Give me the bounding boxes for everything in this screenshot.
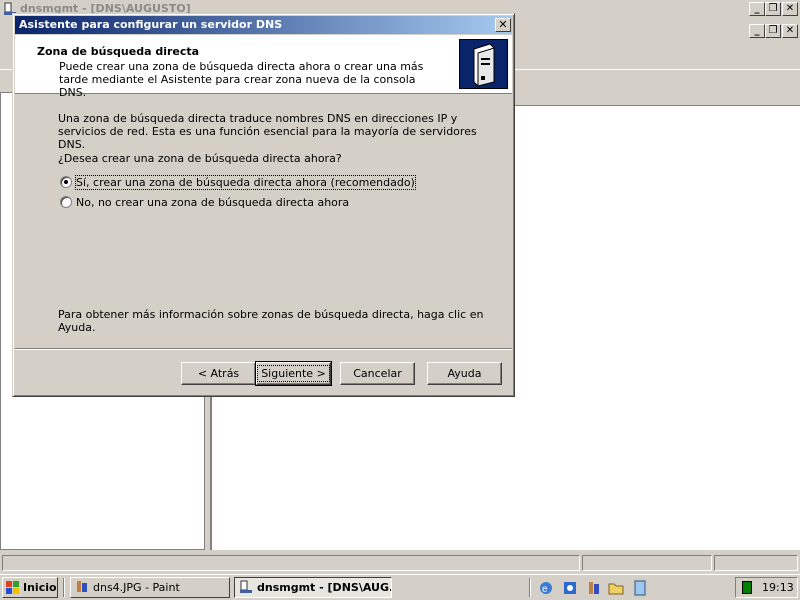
task-label: dns4.JPG - Paint (93, 581, 180, 594)
child-restore-button[interactable]: ❐ (765, 24, 781, 38)
ie-icon[interactable]: e (538, 580, 554, 596)
task-label: dnsmgmt - [DNS\AUG... (257, 581, 392, 594)
close-icon[interactable]: ✕ (495, 18, 511, 32)
task-button-dnsmgmt[interactable]: dnsmgmt - [DNS\AUG... (234, 577, 392, 598)
paint-icon[interactable] (586, 580, 602, 596)
child-minimize-button[interactable]: _ (749, 24, 765, 38)
windows-logo-icon (6, 581, 20, 594)
dialog-title: Asistente para configurar un servidor DN… (19, 18, 283, 31)
minimize-button[interactable]: _ (749, 2, 765, 16)
next-button[interactable]: Siguiente > (255, 361, 332, 386)
server-icon (459, 39, 508, 89)
close-button[interactable]: ✕ (782, 2, 798, 16)
folder-icon[interactable] (608, 580, 624, 596)
radio-button-checked[interactable] (60, 176, 72, 188)
radio-label[interactable]: No, no crear una zona de búsqueda direct… (76, 196, 349, 209)
dialog-titlebar[interactable]: Asistente para configurar un servidor DN… (15, 16, 512, 34)
status-cell (714, 555, 798, 571)
child-close-button[interactable]: ✕ (782, 24, 798, 38)
start-button[interactable]: Inicio (2, 577, 58, 598)
cancel-button-label: Cancelar (353, 367, 402, 380)
radio-label[interactable]: Sí, crear una zona de búsqueda directa a… (75, 175, 416, 190)
outlook-icon[interactable] (562, 580, 578, 596)
help-text: Para obtener más información sobre zonas… (58, 308, 484, 334)
radio-option-yes[interactable]: Sí, crear una zona de búsqueda directa a… (60, 175, 416, 191)
help-button-label: Ayuda (447, 367, 482, 380)
page-title: Zona de búsqueda directa (37, 45, 200, 58)
taskbar-separator (63, 578, 65, 597)
status-bar (0, 553, 800, 573)
wizard-dialog: Asistente para configurar un servidor DN… (12, 13, 515, 397)
status-cell (2, 555, 580, 571)
dns-console-icon (239, 580, 253, 594)
notepad-icon[interactable] (632, 580, 648, 596)
taskbar: Inicio dns4.JPG - Paint dnsmgmt - [DNS\A… (0, 574, 800, 600)
status-cell (582, 555, 712, 571)
back-button[interactable]: < Atrás (181, 362, 256, 385)
next-button-label: Siguiente > (257, 365, 330, 382)
back-button-label: < Atrás (197, 367, 240, 380)
system-tray: 19:13 (735, 577, 798, 598)
cancel-button[interactable]: Cancelar (340, 362, 415, 385)
wizard-header: Zona de búsqueda directa Puede crear una… (15, 35, 512, 99)
clock[interactable]: 19:13 (762, 578, 794, 597)
help-button[interactable]: Ayuda (427, 362, 502, 385)
task-button-paint[interactable]: dns4.JPG - Paint (70, 577, 230, 598)
separator (15, 348, 512, 350)
restore-button[interactable]: ❐ (765, 2, 781, 16)
network-icon[interactable] (742, 581, 752, 594)
svg-text:e: e (542, 584, 548, 595)
radio-button[interactable] (60, 196, 72, 208)
quicklaunch-separator (529, 578, 531, 597)
radio-option-no[interactable]: No, no crear una zona de búsqueda direct… (60, 195, 349, 211)
question-text: ¿Desea crear una zona de búsqueda direct… (58, 152, 342, 165)
background-column-header (514, 92, 800, 106)
start-label: Inicio (23, 581, 57, 594)
paint-icon (75, 580, 89, 594)
page-description: Puede crear una zona de búsqueda directa… (59, 60, 424, 99)
intro-paragraph: Una zona de búsqueda directa traduce nom… (58, 112, 477, 151)
